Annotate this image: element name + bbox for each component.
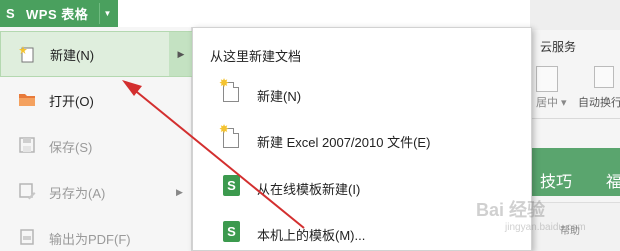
tips-label-2: 福 [606,174,620,191]
pdf-icon [18,228,36,246]
submenu-item-local-template-label: 本机上的模板(M)... [257,228,366,243]
submenu-item-local-template[interactable]: S 本机上的模板(M)... [193,217,533,251]
watermark-url: jingyan.baidu.com [505,222,586,233]
wps-logo-icon: S [6,6,15,21]
merge-center-label: 居中 ▾ [536,97,567,109]
app-menu-button[interactable]: S WPS 表格 ▼ [0,0,118,27]
online-template-icon: S [223,175,241,197]
menu-item-open-label: 打开(O) [49,93,94,109]
ribbon-divider [530,118,620,119]
file-menu: 新建(N) ▶ 打开(O) 保存(S) 另存为(A) ▶ 输出为PDF(F) [0,27,193,251]
chevron-down-icon[interactable]: ▼ [99,3,115,24]
submenu-header: 从这里新建文档 [210,49,302,64]
save-as-icon [18,182,36,200]
watermark-logo: Bai 经验 [476,200,546,220]
menu-item-export-pdf-label: 输出为PDF(F) [49,231,131,247]
folder-open-icon [18,90,36,108]
submenu-item-new-excel-label: 新建 Excel 2007/2010 文件(E) [257,135,431,150]
save-icon [18,136,36,154]
merge-center-icon[interactable] [536,66,558,92]
new-doc-icon: ✸ [219,77,241,104]
wrap-text-icon[interactable] [594,66,614,88]
menu-item-save-as[interactable]: 另存为(A) ▶ [0,169,192,215]
local-template-icon: S [223,221,241,243]
menu-item-open[interactable]: 打开(O) [0,77,192,123]
menu-item-export-pdf[interactable]: 输出为PDF(F) [0,215,192,251]
menu-item-new[interactable]: 新建(N) ▶ [0,31,193,77]
chevron-right-icon: ▶ [169,32,193,76]
menu-item-save[interactable]: 保存(S) [0,123,192,169]
ribbon-tab-strip [530,0,620,30]
submenu-item-new[interactable]: ✸ 新建(N) [193,77,533,114]
submenu-item-online-template-label: 从在线模板新建(I) [257,182,361,197]
new-excel-doc-icon: ✸ [219,123,241,150]
submenu-item-new-label: 新建(N) [257,89,302,104]
tips-label: 技巧 [540,174,573,191]
menu-item-new-label: 新建(N) [50,47,95,63]
menu-item-save-as-label: 另存为(A) [49,185,106,201]
menu-item-save-label: 保存(S) [49,139,93,155]
new-file-icon [19,45,37,63]
tab-cloud-service[interactable]: 云服务 [540,38,576,55]
submenu-item-new-excel[interactable]: ✸ 新建 Excel 2007/2010 文件(E) [193,123,533,160]
chevron-right-icon: ▶ [176,186,183,197]
app-title: WPS 表格 [26,7,89,22]
wrap-text-button[interactable]: 自动换行 [578,94,620,110]
